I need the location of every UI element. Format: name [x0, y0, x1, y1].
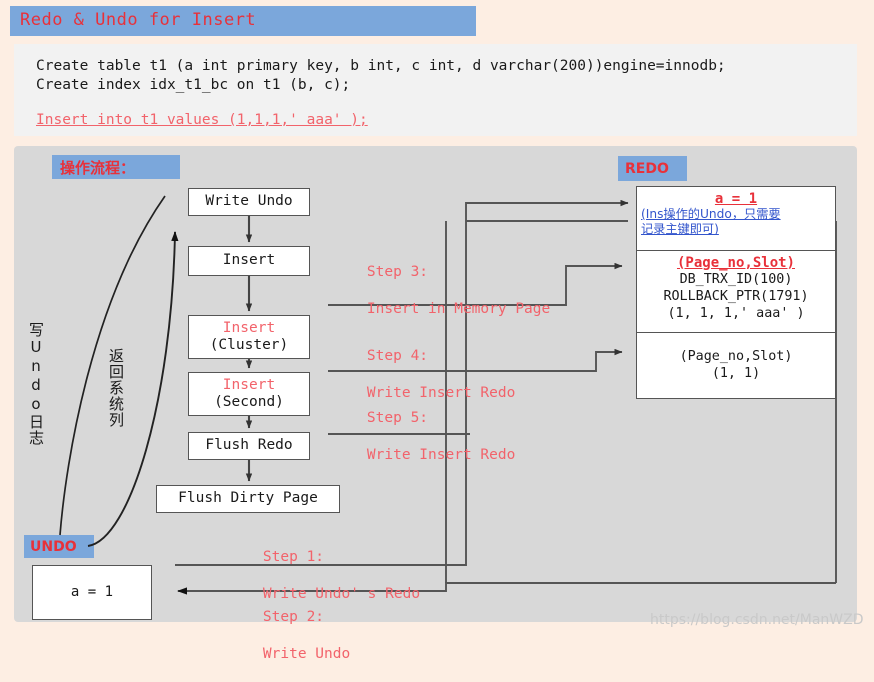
- step-3-title: Step 3:: [366, 263, 429, 280]
- step-2-text: Step 2: Write Undo: [228, 589, 350, 682]
- flow-box-flush-redo: Flush Redo: [188, 432, 310, 460]
- step-2-title: Step 2:: [262, 608, 325, 625]
- page-title: Redo & Undo for Insert: [20, 10, 257, 30]
- redo-entry-line: ROLLBACK_PTR(1791): [663, 289, 809, 305]
- label-return-system: 返回系统列: [107, 348, 125, 428]
- screenshot-root: Redo & Undo for Insert Create table t1 (…: [0, 0, 874, 662]
- redo-entry-line: (1, 1): [711, 366, 761, 381]
- flow-box-insert-second: Insert (Second): [188, 372, 310, 416]
- flow-box-insert-cluster: Insert (Cluster): [188, 315, 310, 359]
- sql-code-block: Create table t1 (a int primary key, b in…: [14, 44, 857, 136]
- redo-entry-title: a = 1: [714, 191, 758, 207]
- sql-line-create-index: Create index idx_t1_bc on t1 (b, c);: [36, 77, 351, 93]
- redo-entry-row: a = 1 (Ins操作的Undo，只需要 记录主键即可): [637, 187, 835, 251]
- sql-line-insert-highlight: Insert into t1 values (1,1,1,' aaa' );: [36, 112, 368, 128]
- flow-box-label-top: Insert: [222, 319, 276, 336]
- step-5-text: Step 5: Write Insert Redo: [332, 390, 515, 483]
- step-5-desc: Write Insert Redo: [366, 446, 516, 463]
- undo-section-label: UNDO: [24, 535, 94, 558]
- step-3-text: Step 3: Insert in Memory Page: [332, 244, 550, 337]
- flow-box-label-bottom: (Second): [214, 394, 284, 410]
- redo-entry-line: (1, 1, 1,' aaa' ): [667, 306, 805, 322]
- flow-box-label: Flush Redo: [205, 437, 293, 454]
- redo-entry-row: (Page_no,Slot) DB_TRX_ID(100) ROLLBACK_P…: [637, 251, 835, 333]
- label-write-undo-log: 写Undo日志: [27, 322, 45, 446]
- flow-box-write-undo: Write Undo: [188, 188, 310, 216]
- step-2-desc: Write Undo: [262, 645, 351, 662]
- page-title-band: Redo & Undo for Insert: [10, 6, 476, 36]
- undo-record-label: a = 1: [70, 584, 114, 601]
- redo-section-label: REDO: [618, 156, 687, 181]
- redo-entry-line: (Page_no,Slot): [679, 348, 793, 364]
- flow-box-label-bottom: (Cluster): [209, 337, 289, 353]
- redo-log-table: a = 1 (Ins操作的Undo，只需要 记录主键即可) (Page_no,Sl…: [636, 186, 836, 399]
- redo-entry-row: (Page_no,Slot) (1, 1): [637, 333, 835, 398]
- step-4-title: Step 4:: [366, 347, 429, 364]
- flow-box-label: Insert: [222, 252, 276, 269]
- step-1-title: Step 1:: [262, 548, 325, 565]
- flow-box-label: Write Undo: [205, 193, 293, 210]
- flow-box-flush-dirty-page: Flush Dirty Page: [156, 485, 340, 513]
- watermark-text: https://blog.csdn.net/ManWZD: [650, 612, 864, 628]
- sql-line-create-table: Create table t1 (a int primary key, b in…: [36, 58, 726, 74]
- flow-section-label: 操作流程：: [52, 155, 180, 179]
- flow-box-insert: Insert: [188, 246, 310, 276]
- step-5-title: Step 5:: [366, 409, 429, 426]
- redo-entry-title: (Page_no,Slot): [676, 255, 795, 271]
- flow-box-label-top: Insert: [222, 376, 276, 393]
- undo-record-box: a = 1: [32, 565, 152, 620]
- step-3-desc: Insert in Memory Page: [366, 300, 551, 317]
- redo-entry-line: DB_TRX_ID(100): [679, 272, 793, 287]
- redo-entry-note: (Ins操作的Undo，只需要 记录主键即可): [641, 207, 781, 237]
- flow-box-label: Flush Dirty Page: [178, 490, 318, 507]
